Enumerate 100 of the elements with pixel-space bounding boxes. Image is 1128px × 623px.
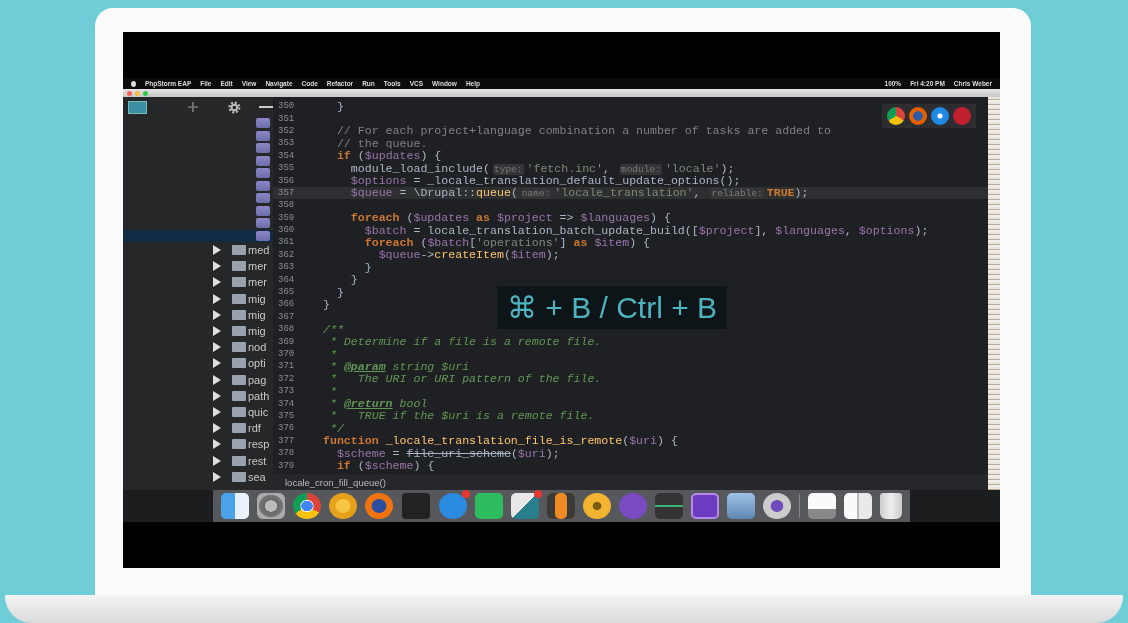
expand-arrow-icon[interactable] [213,390,221,401]
settings-icon[interactable] [226,99,242,115]
file-icon [256,193,270,204]
folder-name[interactable]: pag [248,373,267,386]
line-number: 352 [277,125,296,136]
breadcrumb[interactable]: locale_cron_fill_queue() [285,476,386,488]
folder-name[interactable]: sea [248,470,266,483]
app-icon[interactable] [583,493,611,519]
code-line: module_load_include( type: 'fetch.inc', module: 'locale'); [349,161,735,175]
file-icon [256,143,270,154]
folder-icon [232,277,246,288]
folder-name[interactable]: resp [248,438,270,451]
app-icon[interactable] [475,493,503,519]
folder-name[interactable]: mig [248,325,266,338]
folder-name[interactable]: quic [248,405,269,418]
code-line: } [322,297,330,311]
line-number: 376 [277,423,296,434]
line-number: 378 [277,448,296,459]
folder-name[interactable]: rdf [248,422,261,435]
line-number: 371 [277,361,296,372]
line-number: 353 [277,138,296,149]
picture-icon[interactable] [727,493,755,519]
app-icon[interactable] [691,493,719,519]
window-icon[interactable] [844,493,872,519]
close-icon[interactable] [127,90,132,96]
browser-icon[interactable] [887,107,905,125]
folder-name[interactable]: mig [248,308,266,321]
expand-arrow-icon[interactable] [213,455,221,466]
browser-icon[interactable] [931,107,949,125]
folder-icon [232,471,246,482]
line-number: 367 [277,311,296,322]
line-number: 357 [277,187,296,198]
line-number: 356 [277,175,296,186]
code-line: if ($updates) { [335,149,442,163]
apple-icon[interactable] [131,80,136,87]
expand-arrow-icon[interactable] [213,406,221,417]
gear-icon[interactable] [257,493,285,519]
line-number: 364 [277,274,296,285]
folder-name[interactable]: mer [248,260,267,273]
line-number: 372 [277,373,296,384]
folder-name[interactable]: nod [248,341,267,354]
folder-icon [232,374,246,385]
line-number: 373 [277,386,296,397]
code-line: foreach ($updates as $project => $languages) { [349,211,671,225]
line-number: 350 [277,101,296,112]
folder-icon [232,439,246,450]
line-number: 354 [277,150,296,161]
terminal-icon[interactable] [401,492,431,520]
file-icon [256,118,270,129]
expand-arrow-icon[interactable] [213,439,221,450]
folder-icon [232,423,246,434]
folder-name[interactable]: path [248,389,270,402]
monitor-icon[interactable] [655,493,683,519]
expand-arrow-icon[interactable] [213,342,221,353]
code-line: * @return bool [328,397,428,411]
code-line: // the queue. [335,136,428,150]
app-icon[interactable] [511,493,539,519]
folder-icon [232,358,246,369]
expand-arrow-icon[interactable] [213,471,221,482]
expand-arrow-icon[interactable] [213,245,221,256]
expand-arrow-icon[interactable] [213,277,221,288]
expand-arrow-icon[interactable] [213,423,221,434]
crosshair-icon[interactable] [186,101,199,113]
app-icon[interactable] [763,493,791,519]
code-line: function _locale_translation_file_is_remote($uri) { [322,434,678,448]
folder-name[interactable]: mig [248,292,266,305]
line-number: 363 [277,262,296,273]
browser-icon[interactable] [293,493,321,519]
project-icon[interactable] [128,100,147,114]
expand-arrow-icon[interactable] [213,293,221,304]
folder-name[interactable]: opti [248,357,266,370]
window-icon[interactable] [808,493,836,519]
folder-name[interactable]: med [248,244,270,257]
file-icon [256,218,270,229]
code-line: * Determine if a file is a remote file. [328,335,602,349]
line-number: 374 [277,398,296,409]
code-line: $scheme = file_uri_scheme($uri); [335,446,560,460]
expand-arrow-icon[interactable] [213,309,221,320]
code-line: // For each project+language combination a number of tasks are added to [335,124,831,138]
expand-arrow-icon[interactable] [213,326,221,337]
folder-name[interactable]: rest [248,454,267,467]
expand-arrow-icon[interactable] [213,358,221,369]
expand-arrow-icon[interactable] [213,374,221,385]
code-line: $queue->createItem($item); [377,248,560,262]
file-icon [256,205,270,216]
folder-name[interactable]: mer [248,276,267,289]
line-number: 366 [277,299,296,310]
code-line: } [335,99,344,113]
line-number: 379 [277,460,296,471]
app-icon[interactable] [329,493,357,519]
folder-icon [232,390,246,401]
line-number: 361 [277,237,296,248]
trash-icon[interactable] [880,493,902,519]
expand-arrow-icon[interactable] [213,261,221,272]
code-line: /** [322,322,344,336]
folder-icon [232,245,246,256]
app-icon[interactable] [547,493,575,519]
notification-badge [534,490,542,498]
folder-icon [232,261,246,272]
file-row[interactable] [123,229,273,242]
